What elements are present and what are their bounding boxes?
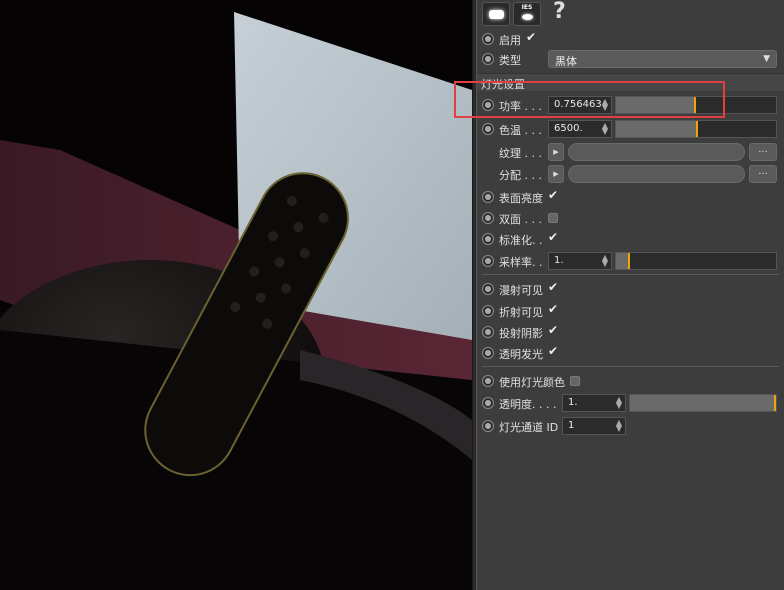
stepper-icon[interactable]: ▲ ▼	[616, 396, 622, 410]
opacity-value: 1.	[568, 397, 578, 408]
color-temp-input[interactable]: 6500. ▲ ▼	[548, 120, 612, 138]
normalize-checkbox[interactable]: ✔	[548, 231, 561, 244]
animate-radio-icon[interactable]	[482, 347, 494, 359]
light-pass-id-input[interactable]: 1 ▲ ▼	[562, 417, 626, 435]
tab-area-light[interactable]	[482, 2, 510, 26]
double-sided-row: 双面 . . .	[477, 209, 784, 227]
light-pass-id-row: 灯光通道 ID 1 ▲ ▼	[477, 417, 784, 435]
distribution-row: 分配 . . . ▶ ...	[477, 165, 784, 183]
diffuse-visible-checkbox[interactable]: ✔	[548, 281, 561, 294]
animate-radio-icon[interactable]	[482, 255, 494, 267]
type-dropdown[interactable]: 黑体 ▼	[548, 50, 777, 68]
texture-label: 纹理 . . .	[499, 147, 542, 160]
animate-radio-icon[interactable]	[482, 305, 494, 317]
animate-radio-icon[interactable]	[482, 233, 494, 245]
animate-radio-icon[interactable]	[482, 33, 494, 45]
diffuse-visible-row: 漫射可见 ✔	[477, 280, 784, 298]
color-temp-slider[interactable]	[615, 120, 777, 138]
panel-tabbar: IES ?	[477, 0, 784, 27]
separator	[482, 274, 779, 275]
animate-radio-icon[interactable]	[482, 397, 494, 409]
enable-row: 启用 ✔	[477, 30, 784, 48]
transparent-emission-label: 透明发光	[499, 348, 543, 361]
texture-row: 纹理 . . . ▶ ...	[477, 143, 784, 161]
light-pass-id-value: 1	[568, 420, 575, 431]
slider-fill	[616, 121, 697, 137]
sample-rate-value: 1.	[554, 255, 564, 266]
animate-radio-icon[interactable]	[482, 212, 494, 224]
animate-radio-icon[interactable]	[482, 123, 494, 135]
surface-brightness-checkbox[interactable]: ✔	[548, 189, 561, 202]
opacity-input[interactable]: 1. ▲ ▼	[562, 394, 626, 412]
tab-ies-light[interactable]: IES	[513, 2, 541, 26]
transparent-emission-row: 透明发光 ✔	[477, 344, 784, 362]
animate-radio-icon[interactable]	[482, 326, 494, 338]
stepper-icon[interactable]: ▲ ▼	[616, 419, 622, 433]
normalize-label: 标准化. .	[499, 234, 543, 247]
texture-options-button[interactable]: ▶	[548, 143, 564, 161]
use-light-color-row: 使用灯光颜色	[477, 372, 784, 390]
cast-shadow-checkbox[interactable]: ✔	[548, 324, 561, 337]
type-value: 黑体	[555, 55, 577, 68]
refraction-visible-row: 折射可见 ✔	[477, 302, 784, 320]
normalize-row: 标准化. . ✔	[477, 230, 784, 248]
animate-radio-icon[interactable]	[482, 53, 494, 65]
enable-checkbox[interactable]: ✔	[526, 31, 539, 44]
slider-handle[interactable]	[696, 121, 698, 137]
distribution-path-field[interactable]	[568, 165, 745, 183]
type-row: 类型 黑体 ▼	[477, 50, 784, 68]
use-light-color-checkbox[interactable]	[570, 376, 580, 386]
sample-rate-row: 采样率. . 1. ▲ ▼	[477, 252, 784, 270]
ies-label: IES	[521, 4, 533, 11]
highlight-annotation	[454, 81, 725, 118]
separator	[482, 366, 779, 367]
sample-rate-input[interactable]: 1. ▲ ▼	[548, 252, 612, 270]
render-scene	[0, 0, 472, 590]
stepper-icon[interactable]: ▲ ▼	[602, 122, 608, 136]
type-label: 类型	[499, 54, 521, 67]
cast-shadow-label: 投射阴影	[499, 327, 543, 340]
help-icon[interactable]: ?	[553, 0, 566, 24]
slider-fill	[630, 395, 776, 411]
refraction-visible-checkbox[interactable]: ✔	[548, 303, 561, 316]
transparent-emission-checkbox[interactable]: ✔	[548, 345, 561, 358]
distribution-label: 分配 . . .	[499, 169, 542, 182]
slider-handle[interactable]	[628, 253, 630, 269]
sample-rate-label: 采样率. .	[499, 256, 543, 269]
surface-brightness-label: 表面亮度	[499, 192, 543, 205]
surface-brightness-row: 表面亮度 ✔	[477, 188, 784, 206]
double-sided-checkbox[interactable]	[548, 213, 558, 223]
distribution-browse-button[interactable]: ...	[749, 165, 777, 183]
animate-radio-icon[interactable]	[482, 191, 494, 203]
diffuse-visible-label: 漫射可见	[499, 284, 543, 297]
refraction-visible-label: 折射可见	[499, 306, 543, 319]
lamp-icon	[522, 14, 533, 20]
texture-path-field[interactable]	[568, 143, 745, 161]
use-light-color-label: 使用灯光颜色	[499, 376, 565, 389]
double-sided-label: 双面 . . .	[499, 213, 542, 226]
opacity-slider[interactable]	[629, 394, 777, 412]
animate-radio-icon[interactable]	[482, 420, 494, 432]
slider-handle[interactable]	[774, 395, 776, 411]
cast-shadow-row: 投射阴影 ✔	[477, 323, 784, 341]
render-viewport[interactable]	[0, 0, 472, 590]
animate-radio-icon[interactable]	[482, 375, 494, 387]
distribution-options-button[interactable]: ▶	[548, 165, 564, 183]
chevron-down-icon: ▼	[763, 54, 770, 64]
color-temp-label: 色温 . . .	[499, 124, 542, 137]
opacity-row: 透明度. . . . 1. ▲ ▼	[477, 394, 784, 412]
texture-browse-button[interactable]: ...	[749, 143, 777, 161]
stepper-icon[interactable]: ▲ ▼	[602, 254, 608, 268]
animate-radio-icon[interactable]	[482, 283, 494, 295]
light-pass-id-label: 灯光通道 ID	[499, 421, 559, 434]
color-temp-row: 色温 . . . 6500. ▲ ▼	[477, 120, 784, 138]
sample-rate-slider[interactable]	[615, 252, 777, 270]
enable-label: 启用	[499, 34, 521, 47]
opacity-label: 透明度. . . .	[499, 398, 557, 411]
area-light-icon	[489, 10, 504, 19]
color-temp-value: 6500.	[554, 123, 583, 134]
